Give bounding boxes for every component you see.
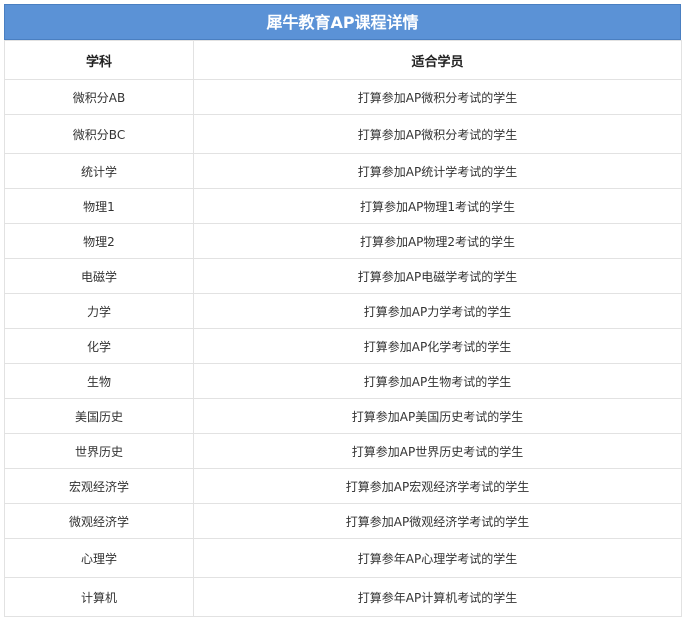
students-cell: 打算参加AP生物考试的学生 (193, 363, 682, 399)
subject-cell: 生物 (4, 363, 194, 399)
table-row: 生物 打算参加AP生物考试的学生 (4, 363, 682, 399)
students-cell: 打算参加AP微积分考试的学生 (193, 79, 682, 115)
table-row: 化学 打算参加AP化学考试的学生 (4, 328, 682, 364)
column-header-subject: 学科 (4, 40, 194, 80)
subject-cell: 统计学 (4, 153, 194, 189)
subject-cell: 美国历史 (4, 398, 194, 434)
table-row: 美国历史 打算参加AP美国历史考试的学生 (4, 398, 682, 434)
table-header-row: 学科 适合学员 (4, 40, 682, 80)
students-cell: 打算参加AP化学考试的学生 (193, 328, 682, 364)
column-header-students: 适合学员 (193, 40, 682, 80)
subject-cell: 化学 (4, 328, 194, 364)
course-table-container: 犀牛教育AP课程详情 学科 适合学员 微积分AB 打算参加AP微积分考试的学生 微… (4, 4, 682, 617)
subject-cell: 物理2 (4, 223, 194, 259)
table-row: 物理1 打算参加AP物理1考试的学生 (4, 188, 682, 224)
students-cell: 打算参加AP宏观经济学考试的学生 (193, 468, 682, 504)
students-cell: 打算参年AP心理学考试的学生 (193, 538, 682, 578)
table-title: 犀牛教育AP课程详情 (4, 4, 681, 40)
table-row: 统计学 打算参加AP统计学考试的学生 (4, 153, 682, 189)
subject-cell: 计算机 (4, 577, 194, 617)
subject-cell: 电磁学 (4, 258, 194, 294)
table-row: 微积分AB 打算参加AP微积分考试的学生 (4, 79, 682, 115)
subject-cell: 微观经济学 (4, 503, 194, 539)
students-cell: 打算参加AP力学考试的学生 (193, 293, 682, 329)
students-cell: 打算参加AP世界历史考试的学生 (193, 433, 682, 469)
table-row: 微观经济学 打算参加AP微观经济学考试的学生 (4, 503, 682, 539)
table-row: 物理2 打算参加AP物理2考试的学生 (4, 223, 682, 259)
table-row: 微积分BC 打算参加AP微积分考试的学生 (4, 114, 682, 154)
students-cell: 打算参加AP微积分考试的学生 (193, 114, 682, 154)
subject-cell: 宏观经济学 (4, 468, 194, 504)
subject-cell: 世界历史 (4, 433, 194, 469)
students-cell: 打算参年AP计算机考试的学生 (193, 577, 682, 617)
subject-cell: 心理学 (4, 538, 194, 578)
table-row: 宏观经济学 打算参加AP宏观经济学考试的学生 (4, 468, 682, 504)
students-cell: 打算参加AP电磁学考试的学生 (193, 258, 682, 294)
subject-cell: 力学 (4, 293, 194, 329)
table-row: 心理学 打算参年AP心理学考试的学生 (4, 538, 682, 578)
students-cell: 打算参加AP微观经济学考试的学生 (193, 503, 682, 539)
course-table: 学科 适合学员 微积分AB 打算参加AP微积分考试的学生 微积分BC 打算参加AP微… (4, 40, 682, 617)
students-cell: 打算参加AP美国历史考试的学生 (193, 398, 682, 434)
subject-cell: 微积分AB (4, 79, 194, 115)
table-row: 力学 打算参加AP力学考试的学生 (4, 293, 682, 329)
subject-cell: 微积分BC (4, 114, 194, 154)
table-row: 电磁学 打算参加AP电磁学考试的学生 (4, 258, 682, 294)
table-row: 计算机 打算参年AP计算机考试的学生 (4, 577, 682, 617)
students-cell: 打算参加AP物理2考试的学生 (193, 223, 682, 259)
subject-cell: 物理1 (4, 188, 194, 224)
students-cell: 打算参加AP物理1考试的学生 (193, 188, 682, 224)
students-cell: 打算参加AP统计学考试的学生 (193, 153, 682, 189)
table-row: 世界历史 打算参加AP世界历史考试的学生 (4, 433, 682, 469)
